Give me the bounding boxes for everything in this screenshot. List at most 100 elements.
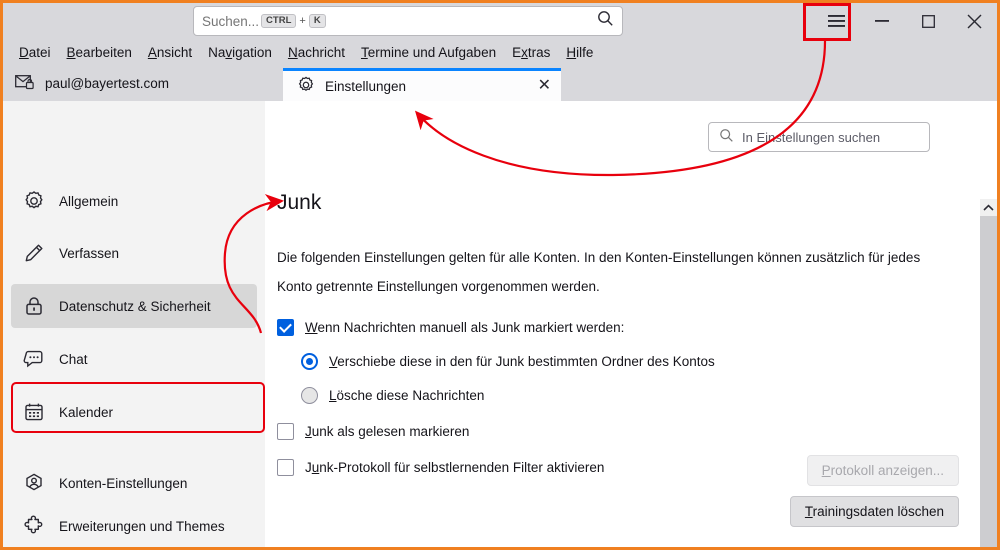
content-area: Allgemein Verfassen Datenschutz & Sicher… [3, 101, 997, 547]
search-icon[interactable] [597, 10, 614, 32]
menu-accel: B [66, 44, 76, 60]
menu-item-datei[interactable]: Datei [11, 43, 59, 62]
menu-label: atei [28, 44, 51, 60]
shortcut-ctrl-key: CTRL [261, 13, 297, 29]
menu-label: igation [232, 44, 272, 60]
option-label-pre: J [305, 460, 312, 475]
tab-settings[interactable]: Einstellungen ✕ [283, 68, 561, 101]
menu-label: ilfe [576, 44, 594, 60]
button-accel: T [804, 504, 813, 519]
tab-account-paul[interactable]: paul@bayertest.com [3, 65, 283, 101]
checkbox-mark-junk-as-read[interactable] [277, 423, 294, 440]
minimize-button[interactable] [859, 3, 905, 39]
shortcut-k-key: K [308, 13, 326, 29]
option-accel: W [305, 320, 318, 335]
puzzle-piece-icon [23, 515, 45, 537]
menu-item-extras[interactable]: Extras [504, 43, 558, 62]
global-search-placeholder: Suchen... [202, 13, 260, 29]
radio-move-to-junk-folder[interactable] [301, 353, 318, 370]
menu-bar: Datei Bearbeiten Ansicht Navigation Nach… [3, 39, 997, 65]
pencil-icon [23, 242, 45, 264]
menu-label: tras [527, 44, 551, 60]
option-label: Junk als gelesen markieren [305, 424, 469, 439]
settings-scrollbar[interactable] [980, 199, 997, 547]
delete-training-data-button[interactable]: Trainingsdaten löschen [789, 496, 959, 527]
calendar-icon [23, 401, 45, 423]
menu-label-pre: Na [208, 44, 226, 60]
option-enable-junk-log[interactable]: Junk-Protokoll für selbstlernenden Filte… [277, 459, 604, 476]
menu-item-ansicht[interactable]: Ansicht [140, 43, 200, 62]
sidebar-item-label: Allgemein [59, 193, 119, 209]
sidebar-item-kalender[interactable]: Kalender [11, 390, 257, 434]
menu-item-nachricht[interactable]: Nachricht [280, 43, 353, 62]
menu-item-navigation[interactable]: Navigation [200, 43, 280, 62]
sidebar-item-label: Chat [59, 351, 88, 367]
sidebar-item-label: Kalender [59, 404, 114, 420]
close-button[interactable] [951, 3, 997, 39]
menu-label-pre: E [512, 44, 522, 60]
scrollbar-track[interactable] [980, 216, 997, 547]
sidebar-item-chat[interactable]: Chat [11, 337, 257, 381]
menu-accel: D [19, 44, 29, 60]
checkbox-enable-junk-log[interactable] [277, 459, 294, 476]
button-label-text: rainingsdaten löschen [812, 504, 944, 519]
tab-settings-label: Einstellungen [325, 78, 407, 94]
radio-delete-messages[interactable] [301, 387, 318, 404]
option-mark-junk-as-read[interactable]: Junk als gelesen markieren [277, 423, 469, 440]
gear-icon [297, 76, 315, 97]
menu-accel: T [360, 44, 368, 60]
account-icon [23, 472, 45, 494]
option-label-text: enn Nachrichten manuell als Junk markier… [317, 320, 625, 335]
option-label-text: ösche diese Nachrichten [336, 388, 485, 403]
sidebar-item-erweiterungen-und-themes[interactable]: Erweiterungen und Themes [11, 504, 257, 547]
menu-accel: x [521, 44, 528, 60]
button-label-text: rotokoll anzeigen... [830, 463, 944, 478]
sidebar-item-label: Verfassen [59, 245, 120, 261]
sidebar-item-datenschutz-sicherheit[interactable]: Datenschutz & Sicherheit [11, 284, 257, 328]
maximize-button[interactable] [905, 3, 951, 39]
window-controls [813, 3, 997, 39]
page-title: Junk [277, 191, 322, 214]
option-delete-messages[interactable]: Lösche diese Nachrichten [301, 387, 484, 404]
option-mark-as-junk-manually[interactable]: Wenn Nachrichten manuell als Junk markie… [277, 319, 624, 336]
settings-search-placeholder: In Einstellungen suchen [742, 129, 881, 145]
button-label: Protokoll anzeigen... [822, 463, 944, 478]
title-bar: Suchen... CTRL + K [3, 3, 997, 39]
sidebar-item-konten-einstellungen[interactable]: Konten-Einstellungen [11, 461, 257, 505]
option-label: Junk-Protokoll für selbstlernenden Filte… [305, 460, 604, 475]
menu-accel: H [566, 44, 577, 60]
menu-item-termine-und-aufgaben[interactable]: Termine und Aufgaben [353, 43, 504, 62]
secure-mail-icon [15, 74, 35, 93]
option-move-to-junk-folder[interactable]: Verschiebe diese in den für Junk bestimm… [301, 353, 715, 370]
tab-close-icon[interactable]: ✕ [538, 78, 551, 94]
sidebar-item-allgemein[interactable]: Allgemein [11, 179, 257, 223]
search-icon [719, 128, 734, 146]
gear-icon [23, 190, 45, 212]
settings-search-input[interactable]: In Einstellungen suchen [708, 122, 930, 152]
button-accel: P [821, 463, 831, 478]
option-label: Lösche diese Nachrichten [329, 388, 484, 403]
button-label: Trainingsdaten löschen [805, 504, 944, 519]
option-label-text: unk als gelesen markieren [311, 424, 470, 439]
sidebar-item-verfassen[interactable]: Verfassen [11, 231, 257, 275]
shortcut-plus: + [299, 15, 306, 27]
tab-account-label: paul@bayertest.com [45, 75, 170, 91]
option-label-text: nk-Protokoll für selbstlernenden Filter … [319, 460, 605, 475]
menu-label: nsicht [156, 44, 193, 60]
lock-icon [23, 295, 45, 317]
settings-sidebar: Allgemein Verfassen Datenschutz & Sicher… [3, 101, 265, 547]
sidebar-item-label: Erweiterungen und Themes [59, 518, 225, 534]
settings-main-panel: In Einstellungen suchen Junk Die folgend… [265, 101, 997, 547]
menu-label: achricht [297, 44, 345, 60]
show-log-button[interactable]: Protokoll anzeigen... [806, 455, 959, 486]
menu-item-bearbeiten[interactable]: Bearbeiten [59, 43, 140, 62]
menu-label: ermine und Aufgaben [367, 44, 497, 60]
global-search-box[interactable]: Suchen... CTRL + K [193, 6, 623, 36]
app-menu-button[interactable] [813, 3, 859, 39]
thunderbird-settings-window: Suchen... CTRL + K Datei Bearbeiten Ansi… [0, 0, 1000, 550]
checkbox-mark-as-junk-manually[interactable] [277, 319, 294, 336]
menu-item-hilfe[interactable]: Hilfe [558, 43, 601, 62]
option-accel: J [305, 424, 312, 439]
intro-text: Die folgenden Einstellungen gelten für a… [277, 250, 921, 294]
scrollbar-up-arrow-icon[interactable] [980, 199, 997, 216]
